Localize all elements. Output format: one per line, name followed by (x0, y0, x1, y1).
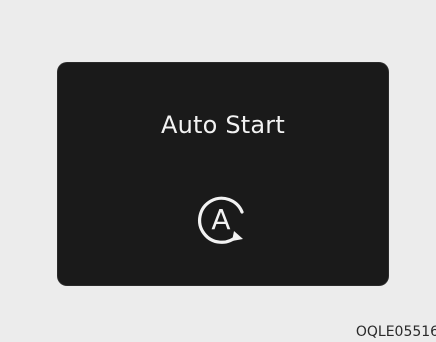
auto-start-display-panel: Auto Start A (58, 63, 388, 285)
figure-code-label: OQLE055160 (355, 324, 436, 340)
auto-start-icon-letter: A (211, 203, 230, 236)
auto-start-icon: A (198, 196, 244, 244)
auto-start-title: Auto Start (161, 111, 285, 139)
